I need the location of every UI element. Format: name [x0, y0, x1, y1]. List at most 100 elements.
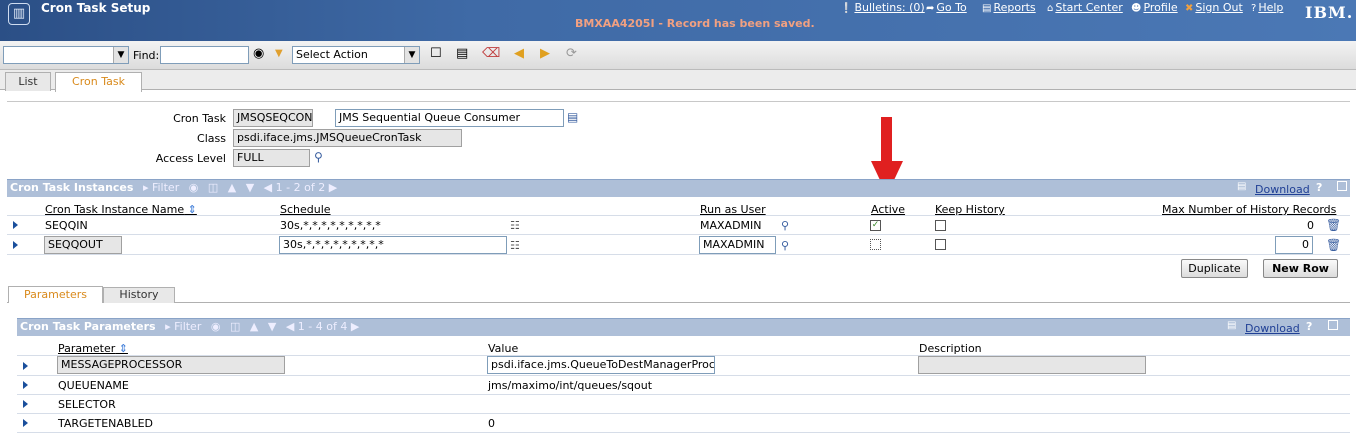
instance-name: SEQQIN: [45, 219, 88, 232]
instance-name-field[interactable]: SEQQOUT: [44, 236, 122, 254]
long-description-icon[interactable]: ▤: [567, 110, 578, 124]
keep-history-checkbox[interactable]: [935, 220, 946, 231]
help-link[interactable]: ? Help: [1251, 1, 1283, 14]
duplicate-button[interactable]: Duplicate: [1181, 259, 1248, 278]
app-header: ▥ Cron Task Setup BMXAA4205I - Record ha…: [0, 0, 1356, 41]
cron-task-label: Cron Task: [173, 112, 226, 125]
lookup-icon[interactable]: ⚲: [781, 239, 789, 252]
bulletins-link[interactable]: ❕ Bulletins: (0): [840, 1, 925, 14]
schedule-calendar-icon[interactable]: ☷: [510, 239, 520, 252]
run-as-value: MAXADMIN: [700, 219, 762, 232]
access-level-label: Access Level: [155, 152, 226, 165]
filter-button[interactable]: ▸ Filter: [143, 181, 179, 194]
binoculars-icon[interactable]: ◉: [189, 181, 199, 194]
goto-link[interactable]: ➦ Go To: [926, 1, 967, 14]
row-details-toggle[interactable]: [13, 221, 18, 229]
schedule-calendar-icon[interactable]: ☷: [510, 219, 520, 232]
row-details-toggle[interactable]: [23, 381, 28, 389]
table-help-button[interactable]: ?: [1306, 320, 1312, 333]
class-field[interactable]: psdi.iface.jms.JMSQueueCronTask: [233, 129, 462, 147]
max-history-field[interactable]: 0: [1275, 236, 1313, 254]
tab-parameters[interactable]: Parameters: [8, 286, 103, 303]
minimize-icon[interactable]: [1328, 320, 1338, 330]
refresh-icon[interactable]: ⟳: [566, 46, 577, 62]
col-value: Value: [488, 342, 519, 355]
run-as-field[interactable]: MAXADMIN: [699, 236, 776, 254]
value-field[interactable]: psdi.iface.jms.QueueToDestManagerProcess…: [487, 356, 715, 374]
new-row-button[interactable]: New Row: [1263, 259, 1338, 278]
clear-icon[interactable]: ⌫: [482, 46, 500, 62]
lookup-icon[interactable]: ⚲: [781, 219, 789, 232]
row-details-toggle[interactable]: [23, 419, 28, 427]
up-icon[interactable]: ▲: [250, 320, 258, 333]
binoculars-icon[interactable]: ◉: [253, 46, 264, 62]
previous-icon[interactable]: ◀: [514, 46, 524, 62]
filter-button[interactable]: ▸ Filter: [165, 320, 201, 333]
divider: [7, 234, 1350, 235]
new-record-icon[interactable]: ☐: [430, 46, 442, 62]
trash-icon[interactable]: 🗑: [1326, 238, 1341, 252]
clear-filter-icon[interactable]: ◫: [230, 320, 240, 333]
chevron-down-icon[interactable]: ▼: [404, 47, 419, 63]
cron-task-field[interactable]: JMSQSEQCONS: [233, 109, 313, 127]
parameters-title: Cron Task Parameters: [20, 320, 156, 333]
parameter-name: QUEUENAME: [58, 379, 129, 392]
active-checkbox[interactable]: [870, 239, 881, 250]
col-description: Description: [919, 342, 982, 355]
download-link[interactable]: Download: [1255, 183, 1310, 196]
app-title: Cron Task Setup: [41, 1, 151, 15]
down-icon[interactable]: ▼: [268, 320, 276, 333]
table-help-button[interactable]: ?: [1316, 181, 1322, 194]
sign-out-link[interactable]: ✖ Sign Out: [1185, 1, 1243, 14]
tab-list[interactable]: List: [5, 72, 51, 91]
download-link[interactable]: Download: [1245, 322, 1300, 335]
reports-link[interactable]: ▤ Reports: [982, 1, 1036, 14]
find-input[interactable]: [160, 46, 249, 64]
sort-icon[interactable]: ⇕: [115, 342, 128, 355]
page-count: ◀ 1 - 2 of 2 ▶: [263, 181, 338, 194]
ibm-logo: IBM.: [1305, 3, 1354, 22]
up-icon[interactable]: ▲: [228, 181, 236, 194]
divider: [7, 215, 1350, 216]
down-icon[interactable]: ▼: [246, 181, 254, 194]
sign-out-icon: ✖: [1185, 3, 1194, 14]
tab-history[interactable]: History: [103, 287, 175, 303]
row-details-toggle[interactable]: [13, 241, 18, 249]
schedule-field[interactable]: 30s,*,*,*,*,*,*,*,*,*: [279, 236, 507, 254]
lookup-icon[interactable]: ⚲: [314, 150, 323, 164]
profile-icon: ☻: [1131, 3, 1142, 14]
goto-icon: ➦: [926, 3, 935, 14]
download-icon[interactable]: ▤: [1237, 181, 1246, 192]
start-center-link[interactable]: ⌂ Start Center: [1047, 1, 1123, 14]
divider: [17, 432, 1350, 433]
description-field[interactable]: JMS Sequential Queue Consumer: [335, 109, 564, 127]
profile-link[interactable]: ☻ Profile: [1131, 1, 1178, 14]
clear-filter-icon[interactable]: ◫: [208, 181, 218, 194]
row-details-toggle[interactable]: [23, 400, 28, 408]
description-field[interactable]: [918, 356, 1146, 374]
keep-history-checkbox[interactable]: [935, 239, 946, 250]
find-label: Find:: [133, 49, 160, 62]
row-details-toggle[interactable]: [23, 362, 28, 370]
select-action[interactable]: Select Action ▼: [292, 46, 420, 64]
access-level-field[interactable]: FULL: [233, 149, 310, 167]
minimize-icon[interactable]: [1337, 181, 1347, 191]
download-icon[interactable]: ▤: [1227, 320, 1236, 331]
help-icon: ?: [1251, 3, 1257, 14]
divider: [17, 413, 1350, 414]
instances-section-bar: Cron Task Instances ▸ Filter ◉ ◫ ▲ ▼ ◀ 1…: [7, 179, 1350, 197]
parameter-value: jms/maximo/int/queues/sqout: [488, 379, 653, 392]
trash-icon[interactable]: 🗑: [1326, 218, 1341, 232]
col-parameter[interactable]: Parameter ⇕: [58, 342, 128, 355]
binoculars-icon[interactable]: ◉: [211, 320, 221, 333]
save-icon[interactable]: ▤: [456, 46, 468, 62]
query-select[interactable]: ▼: [3, 46, 129, 64]
reports-icon: ▤: [982, 3, 992, 14]
schedule-value: 30s,*,*,*,*,*,*,*,*,*: [280, 219, 381, 232]
tab-cron-task[interactable]: Cron Task: [55, 72, 142, 92]
chevron-down-icon[interactable]: ▼: [113, 47, 128, 63]
status-message: BMXAA4205I - Record has been saved.: [575, 17, 815, 30]
active-checkbox[interactable]: ✓: [870, 220, 881, 231]
next-icon[interactable]: ▶: [540, 46, 550, 62]
parameter-field[interactable]: MESSAGEPROCESSOR: [57, 356, 285, 374]
